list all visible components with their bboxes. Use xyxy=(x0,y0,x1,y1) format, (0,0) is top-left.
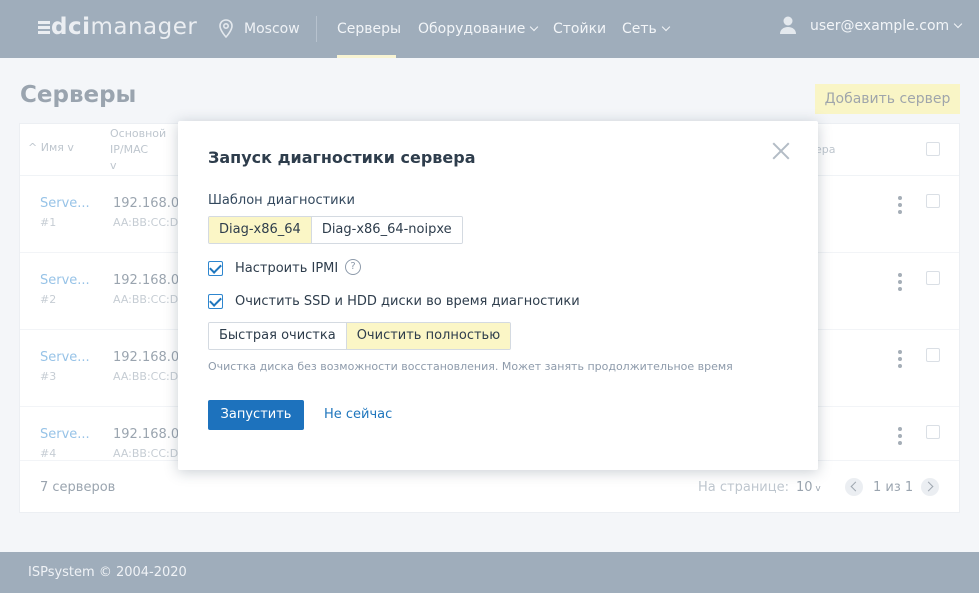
template-option-diag-x86-64[interactable]: Diag-x86_64 xyxy=(209,217,311,243)
template-selector: Diag-x86_64 Diag-x86_64-noipxe xyxy=(208,216,463,244)
close-icon[interactable] xyxy=(770,140,792,162)
wipe-mode-quick[interactable]: Быстрая очистка xyxy=(209,323,346,349)
wipe-mode-full[interactable]: Очистить полностью xyxy=(345,323,511,349)
ipmi-checkbox[interactable] xyxy=(208,261,223,276)
template-label: Шаблон диагностики xyxy=(208,193,355,208)
template-option-diag-x86-64-noipxe[interactable]: Diag-x86_64-noipxe xyxy=(310,217,462,243)
wipe-mode-selector: Быстрая очистка Очистить полностью xyxy=(208,322,512,350)
help-icon[interactable]: ? xyxy=(345,259,361,275)
wipe-disks-label: Очистить SSD и HDD диски во время диагно… xyxy=(235,294,580,309)
wipe-hint: Очистка диска без возможности восстановл… xyxy=(208,360,733,373)
ipmi-label: Настроить IPMI xyxy=(235,261,339,276)
run-diagnostics-button[interactable]: Запустить xyxy=(208,400,304,430)
modal-title: Запуск диагностики сервера xyxy=(208,148,476,167)
not-now-link[interactable]: Не сейчас xyxy=(324,407,392,422)
diagnostics-modal: Запуск диагностики сервера Шаблон диагно… xyxy=(178,121,818,470)
wipe-disks-checkbox[interactable] xyxy=(208,294,223,309)
